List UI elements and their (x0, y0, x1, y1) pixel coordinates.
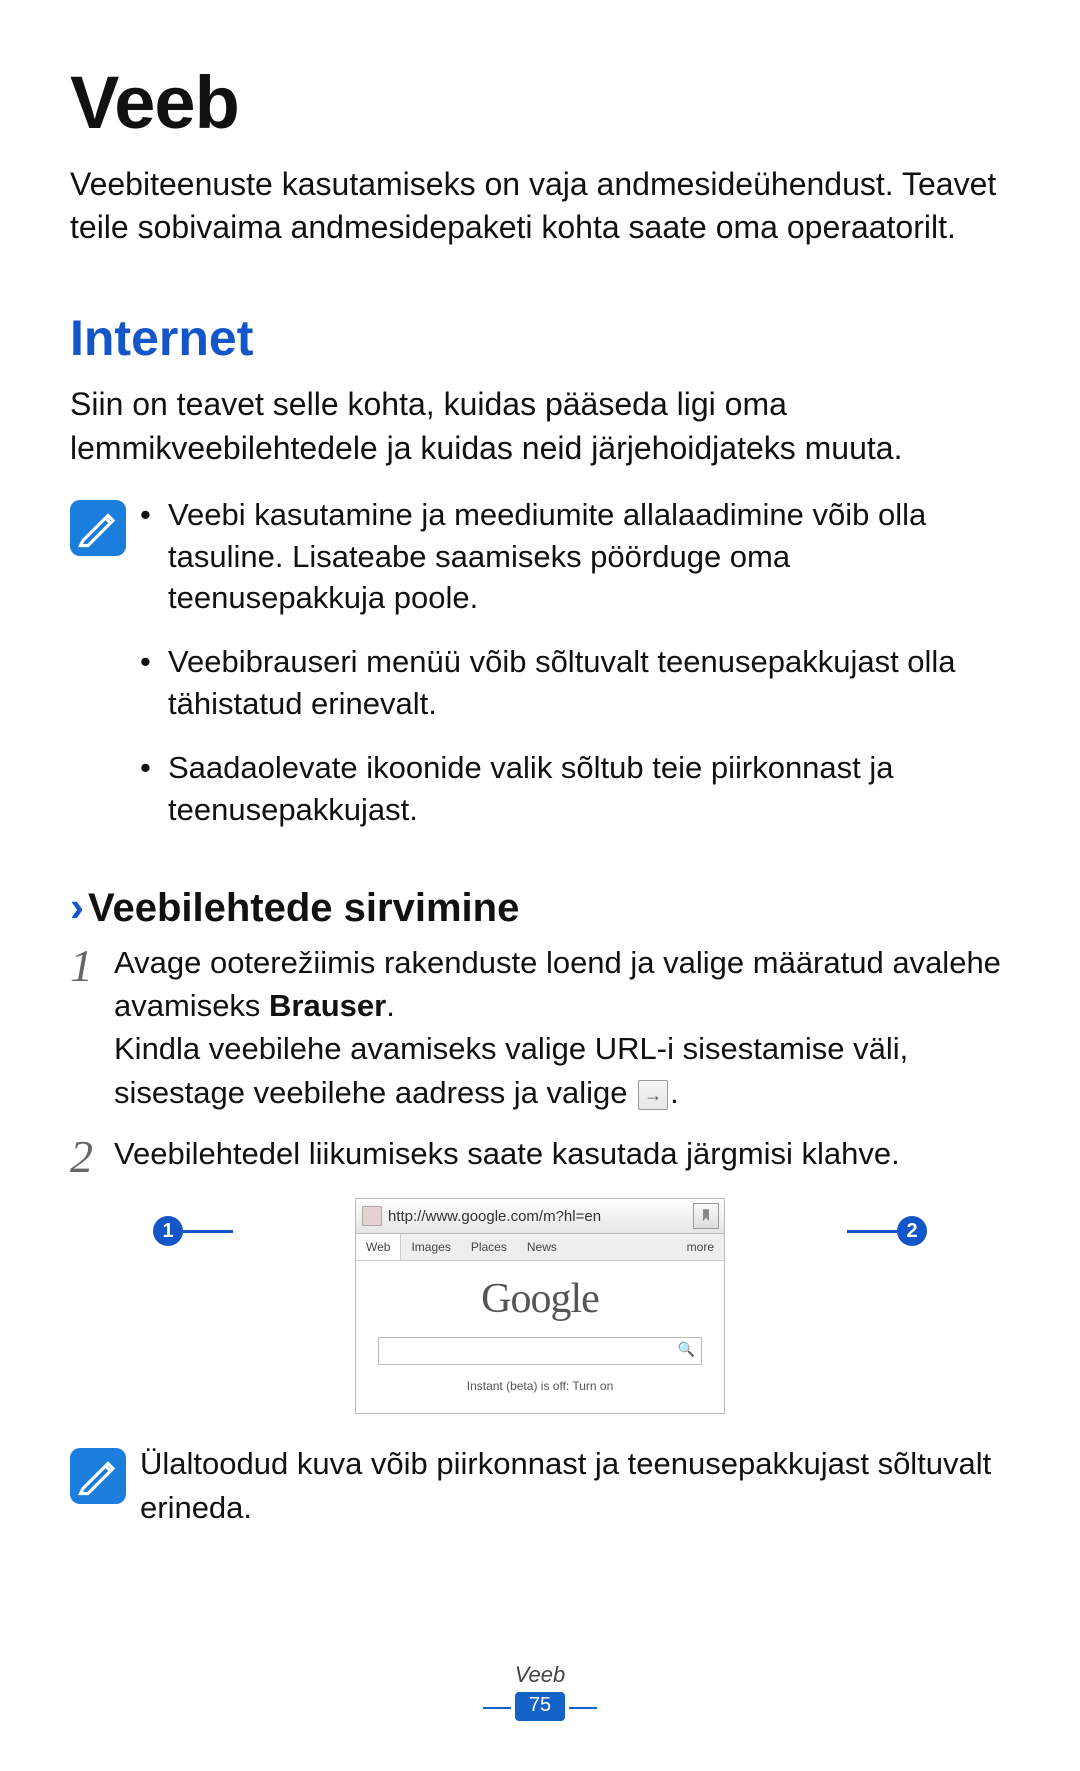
page-number-badge: 75 (515, 1692, 565, 1721)
note-icon (70, 500, 126, 556)
note-list: Veebi kasutamine ja meediumite allalaadi… (140, 494, 1010, 853)
subheading: ›Veebilehtede sirvimine (70, 883, 1010, 931)
tab-places: Places (461, 1234, 517, 1260)
callout-2: 2 (847, 1216, 927, 1246)
tab-images: Images (401, 1234, 460, 1260)
browser-tabs: Web Images Places News more (356, 1234, 724, 1261)
google-logo: Google (370, 1275, 710, 1323)
step-number: 1 (70, 943, 114, 989)
tab-news: News (517, 1234, 567, 1260)
tab-web: Web (356, 1234, 401, 1260)
section-intro: Siin on teavet selle kohta, kuidas pääse… (70, 383, 1010, 469)
step-text: Veebilehtedel liikumiseks saate kasutada… (114, 1136, 900, 1171)
footer-section-label: Veeb (0, 1662, 1080, 1688)
go-arrow-icon (638, 1080, 668, 1110)
browser-mock: http://www.google.com/m?hl=en Web Images… (355, 1198, 725, 1414)
tab-more: more (677, 1234, 724, 1260)
url-text: http://www.google.com/m?hl=en (388, 1208, 688, 1225)
url-bar: http://www.google.com/m?hl=en (356, 1199, 724, 1234)
manual-page: Veeb Veebiteenuste kasutamiseks on vaja … (0, 0, 1080, 1771)
step-bold: Brauser (269, 988, 386, 1023)
favicon-icon (362, 1206, 382, 1226)
search-box (378, 1337, 702, 1365)
page-title: Veeb (70, 60, 1010, 145)
subheading-text: Veebilehtede sirvimine (88, 886, 519, 930)
note-item: Veebi kasutamine ja meediumite allalaadi… (140, 494, 1010, 620)
note-item: Veebibrauseri menüü võib sõltuvalt teenu… (140, 641, 1010, 725)
callout-1: 1 (153, 1216, 233, 1246)
bottom-note-box: Ülaltoodud kuva võib piirkonnast ja teen… (70, 1442, 1010, 1529)
step-text: Avage ooterežiimis rakenduste loend ja v… (114, 945, 1001, 1023)
chevron-icon: › (70, 883, 84, 930)
browser-body: Google Instant (beta) is off: Turn on (356, 1261, 724, 1413)
section-heading-internet: Internet (70, 309, 1010, 367)
step-2: 2 Veebilehtedel liikumiseks saate kasuta… (70, 1132, 1010, 1180)
callout-line (847, 1230, 897, 1233)
bookmark-icon (693, 1203, 719, 1229)
step-body: Veebilehtedel liikumiseks saate kasutada… (114, 1132, 900, 1175)
step-text: . (386, 988, 395, 1023)
instant-text: Instant (beta) is off: Turn on (370, 1379, 710, 1393)
note-box: Veebi kasutamine ja meediumite allalaadi… (70, 494, 1010, 853)
step-1: 1 Avage ooterežiimis rakenduste loend ja… (70, 941, 1010, 1115)
browser-mock-wrapper: 1 http://www.google.com/m?hl=en Web Imag… (235, 1198, 845, 1414)
callout-circle: 2 (897, 1216, 927, 1246)
step-text: Kindla veebilehe avamiseks valige URL-i … (114, 1031, 908, 1109)
step-body: Avage ooterežiimis rakenduste loend ja v… (114, 941, 1010, 1115)
bottom-note-text: Ülaltoodud kuva võib piirkonnast ja teen… (140, 1442, 1010, 1529)
note-icon (70, 1448, 126, 1504)
callout-line (183, 1230, 233, 1233)
note-item: Saadaolevate ikoonide valik sõltub teie … (140, 747, 1010, 831)
step-text: . (670, 1075, 679, 1110)
page-footer: Veeb 75 (0, 1662, 1080, 1721)
intro-text: Veebiteenuste kasutamiseks on vaja andme… (70, 163, 1010, 249)
callout-circle: 1 (153, 1216, 183, 1246)
step-number: 2 (70, 1134, 114, 1180)
